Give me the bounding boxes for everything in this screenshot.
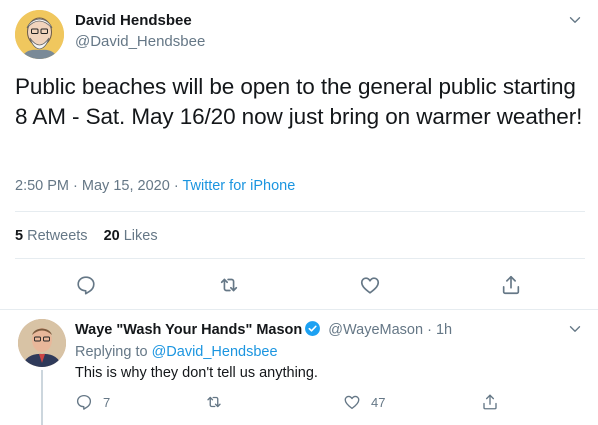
share-icon[interactable] bbox=[481, 393, 499, 411]
meta-separator: · bbox=[73, 178, 78, 194]
thread-line bbox=[41, 370, 43, 425]
tweet-source-link[interactable]: Twitter for iPhone bbox=[182, 178, 295, 194]
reply-action-share[interactable] bbox=[481, 391, 499, 413]
share-icon[interactable] bbox=[500, 274, 522, 296]
retweet-icon[interactable] bbox=[218, 274, 240, 296]
author-handle[interactable]: @David_Hendsbee bbox=[75, 33, 205, 50]
tweet-date[interactable]: May 15, 2020 bbox=[82, 178, 170, 194]
reply-time[interactable]: 1h bbox=[436, 322, 452, 338]
divider bbox=[15, 258, 585, 259]
retweets-stat[interactable]: 5 Retweets bbox=[15, 228, 88, 244]
divider bbox=[15, 211, 585, 212]
reply-action-reply[interactable]: 7 bbox=[75, 391, 110, 413]
avatar[interactable] bbox=[15, 10, 64, 59]
avatar-portrait bbox=[18, 319, 66, 367]
likes-stat[interactable]: 20 Likes bbox=[104, 228, 158, 244]
tweet-time[interactable]: 2:50 PM bbox=[15, 178, 69, 194]
avatar-portrait bbox=[15, 10, 64, 59]
verified-badge-icon bbox=[305, 321, 321, 336]
reply-action-retweet[interactable] bbox=[205, 391, 223, 413]
reply-count: 7 bbox=[103, 394, 111, 410]
tweet-metadata: 2:50 PM · May 15, 2020 · Twitter for iPh… bbox=[15, 178, 295, 194]
likes-count: 20 bbox=[103, 228, 120, 244]
like-icon[interactable] bbox=[359, 274, 381, 296]
retweets-count: 5 bbox=[15, 228, 24, 244]
replying-to-prefix: Replying to bbox=[75, 344, 148, 360]
avatar[interactable] bbox=[18, 319, 66, 367]
divider bbox=[0, 309, 598, 310]
replying-to: Replying to @David_Hendsbee bbox=[75, 344, 278, 360]
meta-separator: · bbox=[173, 178, 179, 194]
chevron-down-icon[interactable] bbox=[566, 11, 584, 29]
retweet-icon[interactable] bbox=[205, 393, 223, 411]
replying-to-mention[interactable]: @David_Hendsbee bbox=[152, 344, 278, 360]
reply-icon[interactable] bbox=[75, 274, 97, 296]
reply-header: Waye "Wash Your Hands" Mason @WayeMason … bbox=[75, 320, 452, 338]
likes-label: Likes bbox=[123, 228, 158, 244]
chevron-down-icon[interactable] bbox=[566, 320, 584, 338]
like-icon[interactable] bbox=[343, 393, 361, 411]
like-count: 47 bbox=[371, 394, 386, 410]
author-display-name[interactable]: David Hendsbee bbox=[75, 12, 192, 29]
reply-author-handle[interactable]: @WayeMason bbox=[328, 322, 423, 338]
reply-author-display-name[interactable]: Waye "Wash Your Hands" Mason bbox=[75, 322, 302, 338]
reply-text: This is why they don't tell us anything. bbox=[75, 365, 318, 381]
reply-icon[interactable] bbox=[75, 393, 93, 411]
retweets-label: Retweets bbox=[27, 228, 88, 244]
reply-action-like[interactable]: 47 bbox=[343, 391, 385, 413]
engagement-stats: 5 Retweets 20 Likes bbox=[15, 228, 158, 244]
meta-separator: · bbox=[427, 322, 432, 338]
tweet-text: Public beaches will be open to the gener… bbox=[15, 74, 583, 129]
